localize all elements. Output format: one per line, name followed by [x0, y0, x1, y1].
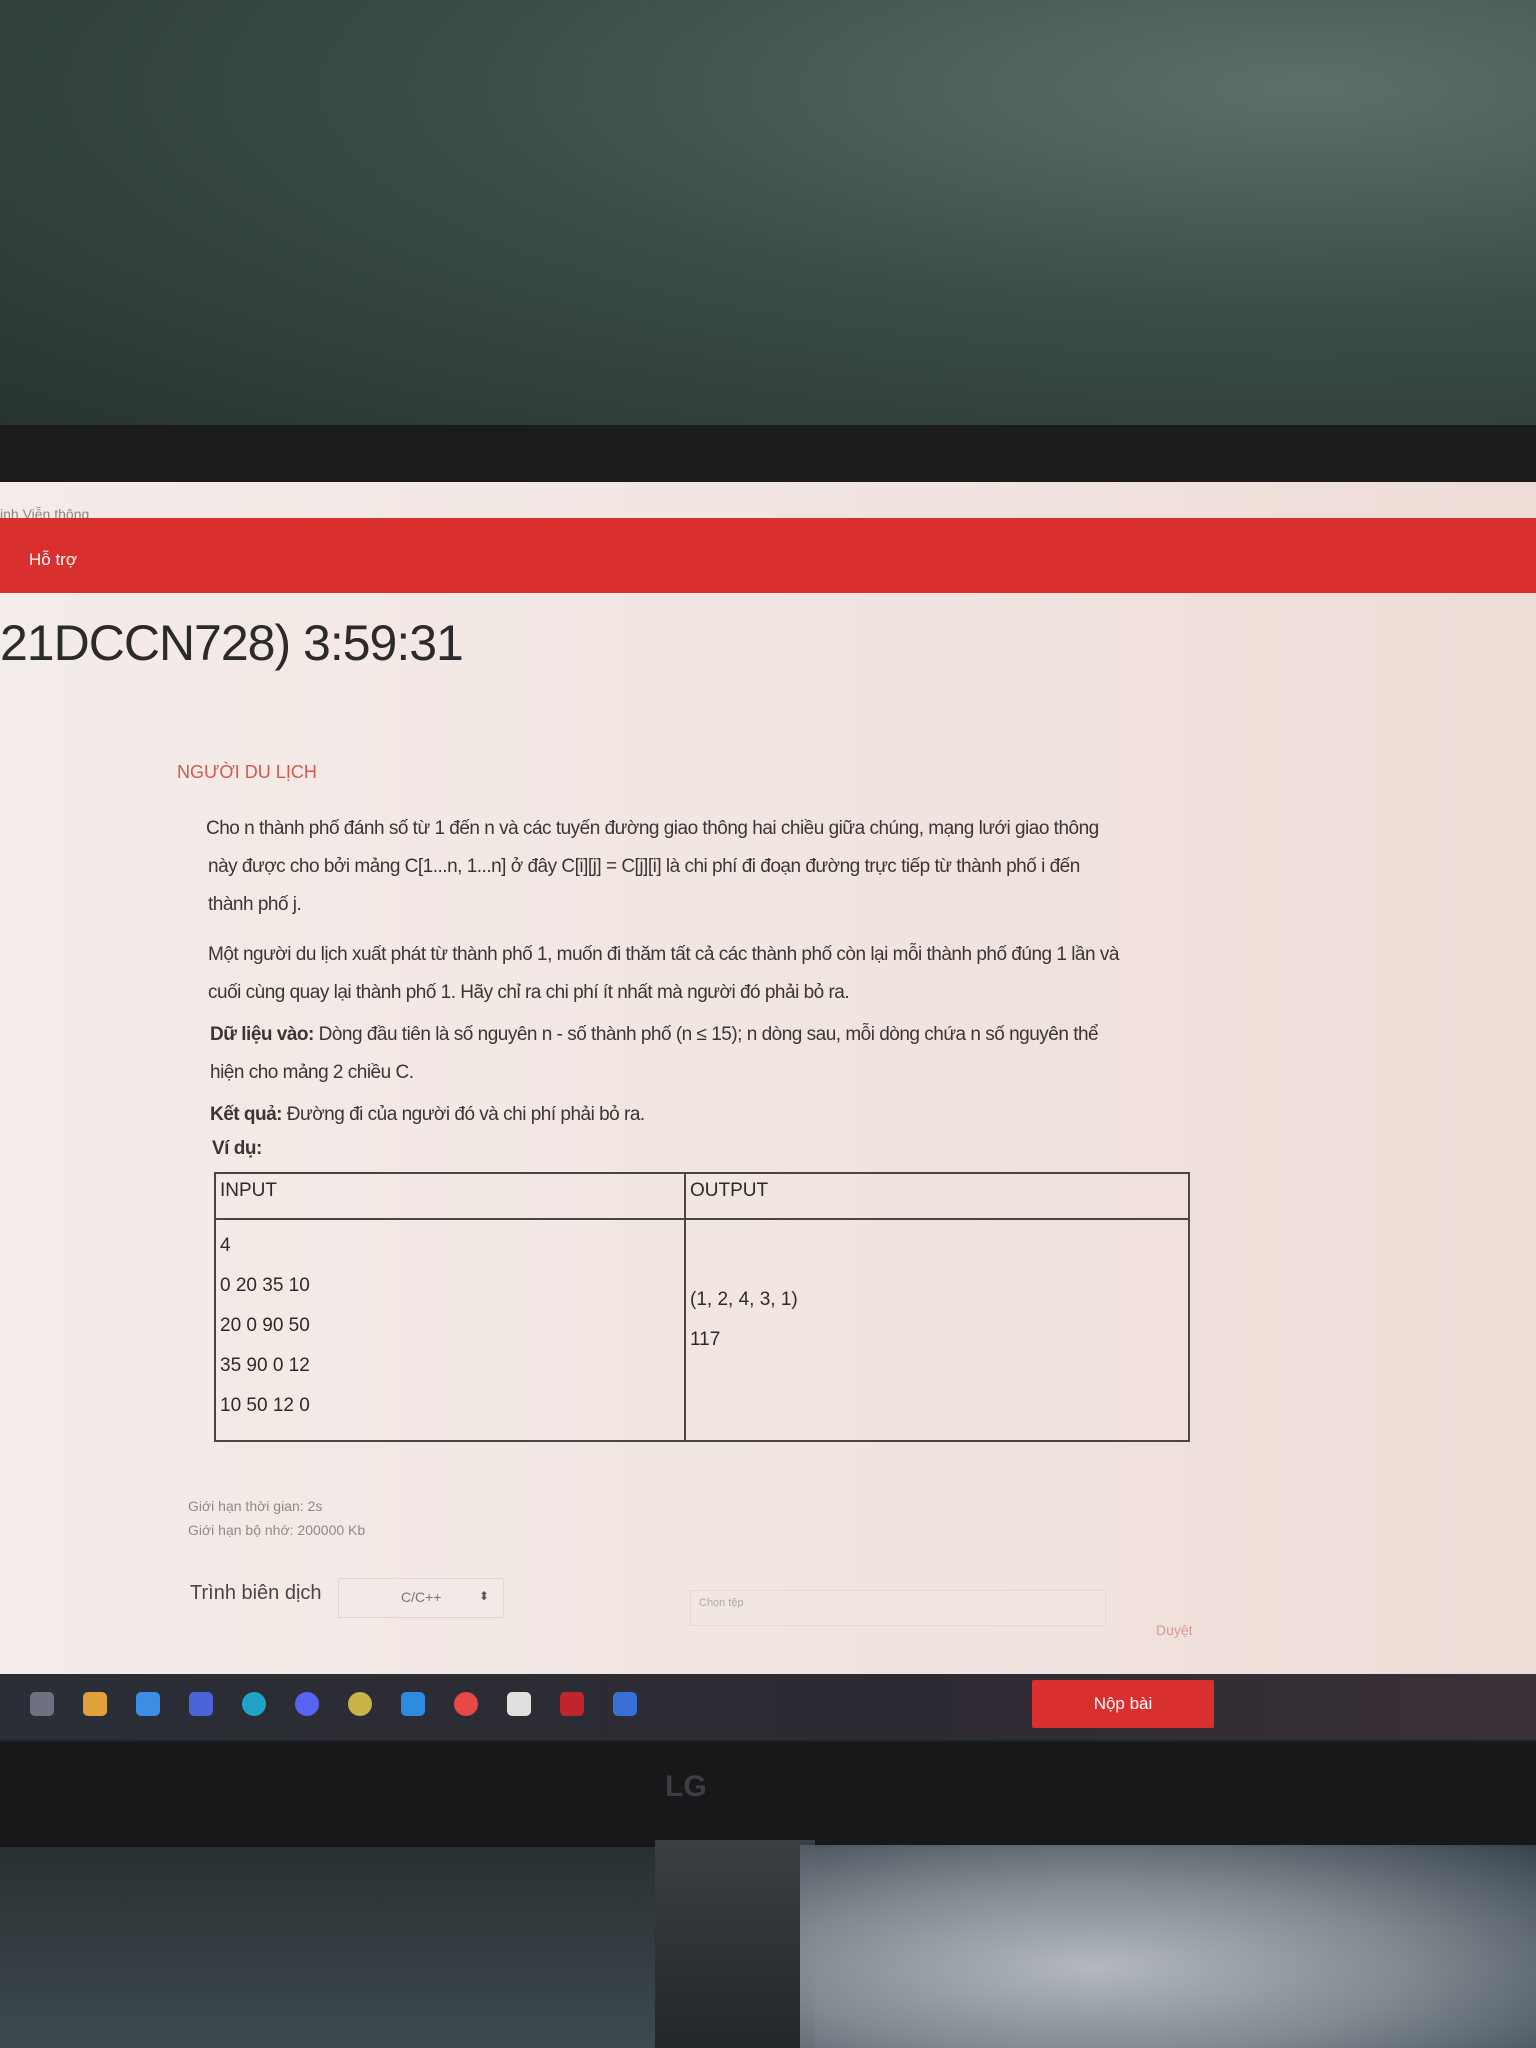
compiler-select[interactable]: C/C++ ⬍	[338, 1578, 504, 1618]
select-arrow-icon: ⬍	[478, 1589, 489, 1603]
compiler-label: Trình biên dịch	[190, 1582, 322, 1604]
table-input-cell: 4 0 20 35 10 20 0 90 50 35 90 0 12 10 50…	[216, 1220, 686, 1440]
compiler-value: C/C++	[401, 1589, 442, 1605]
output-line: (1, 2, 4, 3, 1)	[690, 1289, 798, 1310]
background-wall	[0, 0, 1536, 440]
table-output-cell: (1, 2, 4, 3, 1) 117	[686, 1220, 1188, 1440]
table-header-output: OUTPUT	[686, 1174, 1188, 1220]
table-header-input: INPUT	[216, 1174, 686, 1220]
problem-title: NGƯỜI DU LỊCH	[177, 762, 317, 782]
active-app-icon[interactable]	[560, 1692, 584, 1716]
discord-icon[interactable]	[295, 1692, 319, 1716]
top-navbar	[0, 518, 1536, 593]
output-line: 117	[690, 1329, 721, 1350]
statement-line: cuối cùng quay lại thành phố 1. Hãy chỉ …	[208, 982, 850, 1003]
support-link[interactable]: Hỗ trợ	[29, 550, 77, 570]
monitor-screen: ịnh Viễn thông Hỗ trợ 21DCCN728) 3:59:31…	[0, 482, 1536, 1742]
statement-line: Cho n thành phố đánh số từ 1 đến n và cá…	[206, 818, 1099, 839]
statement-line: này được cho bởi mảng C[1...n, 1...n] ở …	[208, 856, 1080, 877]
face-mask-object	[800, 1845, 1536, 2048]
chrome-icon[interactable]	[348, 1692, 372, 1716]
exam-timer: 21DCCN728) 3:59:31	[0, 615, 464, 671]
input-spec-line: Dữ liệu vào: Dòng đầu tiên là số nguyên …	[210, 1024, 1099, 1046]
output-spec-label: Kết quả:	[210, 1104, 283, 1125]
vscode-icon[interactable]	[401, 1692, 425, 1716]
file-input[interactable]: Chọn tệp	[690, 1590, 1106, 1626]
browse-button[interactable]: Duyệt	[1156, 1622, 1193, 1638]
check-app-icon[interactable]	[507, 1692, 531, 1716]
task-view-icon[interactable]	[30, 1692, 54, 1716]
store-icon[interactable]	[189, 1692, 213, 1716]
output-spec-line: Kết quả: Đường đi của người đó và chi ph…	[210, 1104, 645, 1126]
input-spec-label: Dữ liệu vào:	[210, 1024, 314, 1045]
input-line: 20 0 90 50	[220, 1315, 310, 1336]
memory-limit: Giới hạn bộ nhớ: 200000 Kb	[188, 1522, 366, 1538]
input-line: 35 90 0 12	[220, 1355, 310, 1376]
input-line: 4	[220, 1235, 231, 1256]
input-line: 0 20 35 10	[220, 1275, 310, 1296]
input-spec-text: Dòng đầu tiên là số nguyên n - số thành …	[313, 1024, 1099, 1045]
time-limit: Giới hạn thời gian: 2s	[188, 1498, 323, 1514]
file-explorer-icon[interactable]	[83, 1692, 107, 1716]
edge-icon[interactable]	[242, 1692, 266, 1716]
lg-logo: LG	[665, 1770, 707, 1803]
input-spec-line: hiện cho mảng 2 chiều C.	[210, 1062, 414, 1083]
monitor-chin	[0, 1742, 1536, 1847]
monitor-stand	[655, 1840, 815, 2048]
app-blue-icon[interactable]	[613, 1692, 637, 1716]
mail-icon[interactable]	[136, 1692, 160, 1716]
example-label: Ví dụ:	[212, 1138, 262, 1159]
submit-button[interactable]: Nộp bài	[1032, 1680, 1214, 1728]
output-spec-text: Đường đi của người đó và chi phí phải bỏ…	[282, 1104, 645, 1125]
statement-line: thành phố j.	[208, 894, 302, 915]
monitor-bezel	[0, 425, 1536, 483]
example-table: INPUT OUTPUT 4 0 20 35 10 20 0 90 50 35 …	[214, 1172, 1190, 1442]
statement-line: Một người du lịch xuất phát từ thành phố…	[208, 944, 1119, 965]
app-red-icon[interactable]	[454, 1692, 478, 1716]
input-line: 10 50 12 0	[220, 1395, 310, 1416]
windows-taskbar	[0, 1674, 1536, 1742]
